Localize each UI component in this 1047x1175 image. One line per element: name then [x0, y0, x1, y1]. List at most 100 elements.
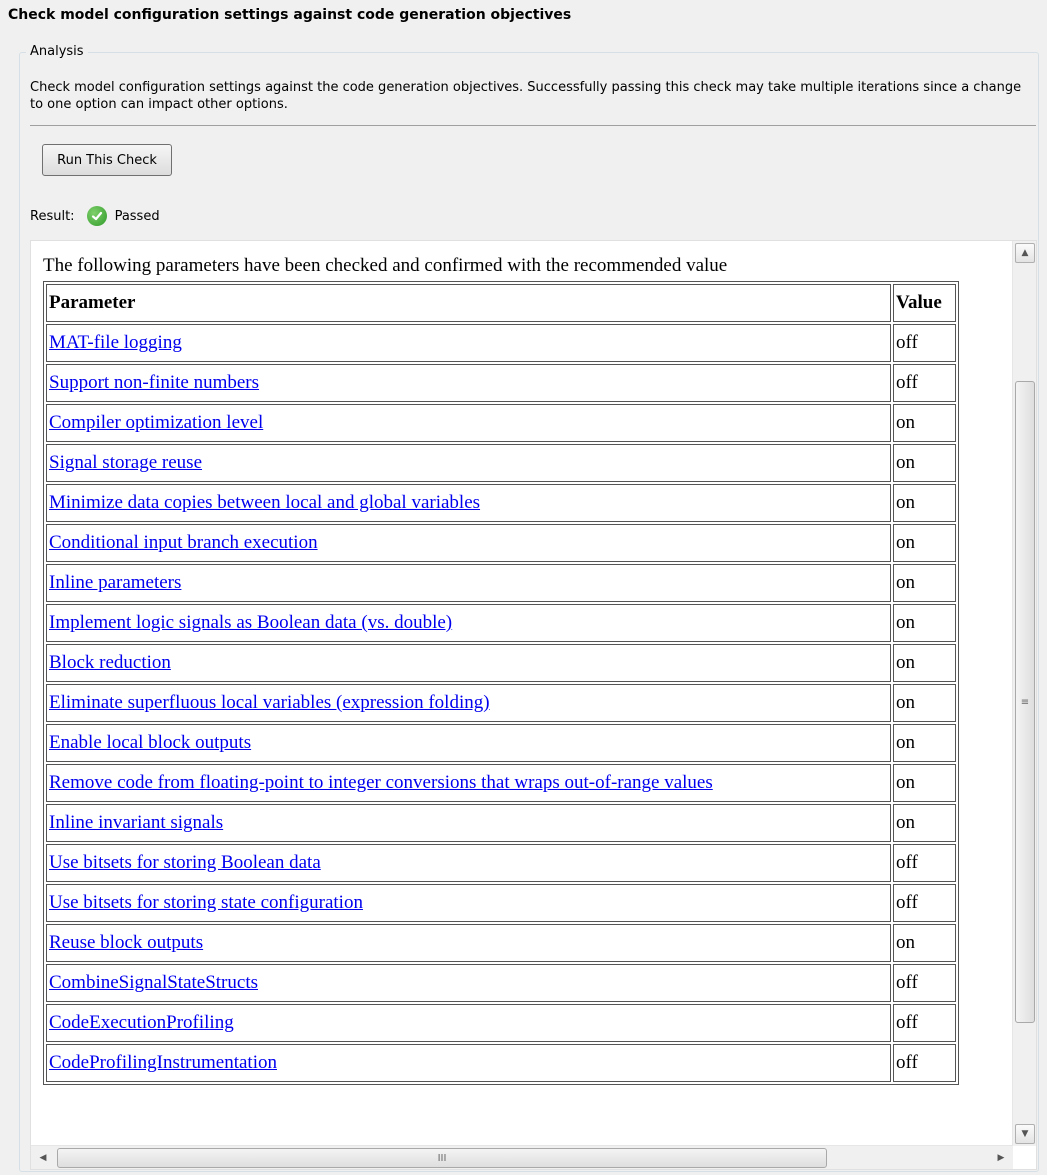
parameter-link[interactable]: Compiler optimization level — [49, 412, 263, 433]
result-label: Result: — [30, 208, 75, 224]
parameter-cell: Inline invariant signals — [46, 804, 891, 842]
parameter-link[interactable]: Support non-finite numbers — [49, 372, 259, 393]
parameter-cell: Conditional input branch execution — [46, 524, 891, 562]
parameter-cell: Block reduction — [46, 644, 891, 682]
table-row: Minimize data copies between local and g… — [46, 484, 956, 522]
value-cell: on — [893, 764, 956, 802]
parameter-link[interactable]: MAT-file logging — [49, 332, 182, 353]
value-cell: on — [893, 684, 956, 722]
value-cell: on — [893, 524, 956, 562]
parameter-link[interactable]: CodeProfilingInstrumentation — [49, 1052, 277, 1073]
parameter-cell: MAT-file logging — [46, 324, 891, 362]
parameter-cell: CodeExecutionProfiling — [46, 1004, 891, 1042]
value-cell: off — [893, 964, 956, 1002]
parameters-table: Parameter Value MAT-file logging off Suppo… — [43, 281, 959, 1085]
table-row: Remove code from floating-point to integ… — [46, 764, 956, 802]
result-status: Passed — [114, 208, 160, 224]
parameter-link[interactable]: Implement logic signals as Boolean data … — [49, 612, 452, 633]
parameter-link[interactable]: Enable local block outputs — [49, 732, 251, 753]
table-row: CodeExecutionProfiling off — [46, 1004, 956, 1042]
parameter-link[interactable]: CombineSignalStateStructs — [49, 972, 258, 993]
parameter-cell: Remove code from floating-point to integ… — [46, 764, 891, 802]
value-cell: off — [893, 1004, 956, 1042]
vertical-scroll-thumb[interactable]: ≡ — [1015, 381, 1035, 1023]
value-cell: on — [893, 564, 956, 602]
parameter-cell: Use bitsets for storing Boolean data — [46, 844, 891, 882]
value-cell: on — [893, 604, 956, 642]
parameter-link[interactable]: Inline invariant signals — [49, 812, 223, 833]
report-intro: The following parameters have been check… — [43, 255, 728, 276]
value-column-header: Value — [893, 284, 956, 322]
value-cell: on — [893, 444, 956, 482]
value-cell: on — [893, 804, 956, 842]
table-row: Conditional input branch execution on — [46, 524, 956, 562]
parameter-cell: CodeProfilingInstrumentation — [46, 1044, 891, 1082]
parameter-cell: Eliminate superfluous local variables (e… — [46, 684, 891, 722]
parameter-link[interactable]: Block reduction — [49, 652, 171, 673]
table-row: Eliminate superfluous local variables (e… — [46, 684, 956, 722]
parameter-column-header: Parameter — [46, 284, 891, 322]
parameter-link[interactable]: Use bitsets for storing Boolean data — [49, 852, 321, 873]
value-cell: off — [893, 364, 956, 402]
scroll-down-icon[interactable]: ▼ — [1015, 1124, 1035, 1144]
report-pane[interactable]: The following parameters have been check… — [30, 240, 1037, 1170]
parameter-link[interactable]: Reuse block outputs — [49, 932, 203, 953]
parameter-link[interactable]: Remove code from floating-point to integ… — [49, 772, 713, 793]
parameter-cell: Implement logic signals as Boolean data … — [46, 604, 891, 642]
scroll-up-icon[interactable]: ▲ — [1015, 243, 1035, 263]
report-content: The following parameters have been check… — [31, 241, 1013, 1146]
parameter-cell: Reuse block outputs — [46, 924, 891, 962]
value-cell: off — [893, 1044, 956, 1082]
parameter-link[interactable]: Inline parameters — [49, 572, 181, 593]
page-title: Check model configuration settings again… — [8, 7, 572, 23]
table-row: Reuse block outputs on — [46, 924, 956, 962]
parameter-cell: Support non-finite numbers — [46, 364, 891, 402]
value-cell: off — [893, 324, 956, 362]
parameter-cell: Use bitsets for storing state configurat… — [46, 884, 891, 922]
run-this-check-button[interactable]: Run This Check — [42, 144, 172, 176]
parameter-cell: Inline parameters — [46, 564, 891, 602]
table-row: Use bitsets for storing state configurat… — [46, 884, 956, 922]
table-row: Use bitsets for storing Boolean data off — [46, 844, 956, 882]
horizontal-scrollbar[interactable]: ◀ III ▶ — [31, 1145, 1013, 1169]
parameter-link[interactable]: Use bitsets for storing state configurat… — [49, 892, 363, 913]
horizontal-scroll-thumb[interactable]: III — [57, 1148, 827, 1168]
table-row: Inline parameters on — [46, 564, 956, 602]
value-cell: on — [893, 484, 956, 522]
parameter-link[interactable]: Conditional input branch execution — [49, 532, 318, 553]
parameter-cell: Minimize data copies between local and g… — [46, 484, 891, 522]
parameter-cell: CombineSignalStateStructs — [46, 964, 891, 1002]
table-row: Signal storage reuse on — [46, 444, 956, 482]
parameter-cell: Enable local block outputs — [46, 724, 891, 762]
vertical-scrollbar[interactable]: ▲ ≡ ▼ — [1012, 241, 1036, 1146]
table-row: CodeProfilingInstrumentation off — [46, 1044, 956, 1082]
table-row: Inline invariant signals on — [46, 804, 956, 842]
value-cell: off — [893, 884, 956, 922]
table-row: Block reduction on — [46, 644, 956, 682]
result-row: Result: Passed — [30, 205, 160, 227]
parameter-link[interactable]: Eliminate superfluous local variables (e… — [49, 692, 490, 713]
table-header-row: Parameter Value — [46, 284, 956, 322]
analysis-legend: Analysis — [26, 44, 88, 59]
parameter-cell: Signal storage reuse — [46, 444, 891, 482]
table-row: MAT-file logging off — [46, 324, 956, 362]
value-cell: on — [893, 644, 956, 682]
parameter-link[interactable]: Signal storage reuse — [49, 452, 202, 473]
parameter-link[interactable]: Minimize data copies between local and g… — [49, 492, 480, 513]
check-passed-icon — [86, 206, 107, 226]
table-row: CombineSignalStateStructs off — [46, 964, 956, 1002]
scroll-left-icon[interactable]: ◀ — [33, 1148, 53, 1168]
parameter-cell: Compiler optimization level — [46, 404, 891, 442]
table-row: Enable local block outputs on — [46, 724, 956, 762]
table-row: Support non-finite numbers off — [46, 364, 956, 402]
value-cell: on — [893, 924, 956, 962]
table-row: Implement logic signals as Boolean data … — [46, 604, 956, 642]
table-row: Compiler optimization level on — [46, 404, 956, 442]
parameter-link[interactable]: CodeExecutionProfiling — [49, 1012, 234, 1033]
analysis-description: Check model configuration settings again… — [30, 80, 1022, 112]
divider — [30, 125, 1036, 126]
scroll-right-icon[interactable]: ▶ — [991, 1148, 1011, 1168]
value-cell: on — [893, 404, 956, 442]
value-cell: off — [893, 844, 956, 882]
value-cell: on — [893, 724, 956, 762]
